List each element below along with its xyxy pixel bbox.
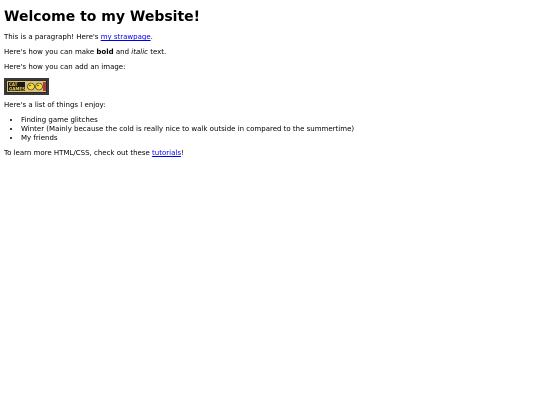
list-item: Winter (Mainly because the cold is reall… bbox=[21, 125, 536, 134]
outro-text: To learn more HTML/CSS, check out these bbox=[4, 149, 153, 157]
intro-text: This is a paragraph! Here's bbox=[4, 33, 101, 41]
outro-text-end: ! bbox=[180, 149, 184, 157]
formatting-paragraph: Here's how you can make bold and italic … bbox=[4, 48, 536, 57]
formatting-text-end: text. bbox=[147, 48, 167, 56]
badge-text-bottom: GAMES bbox=[9, 87, 25, 92]
strawpage-link[interactable]: my strawpage bbox=[101, 33, 151, 41]
list-item: Finding game glitches bbox=[21, 116, 536, 125]
list-item: My friends bbox=[21, 134, 536, 143]
site-badge-image: CAT GAMES bbox=[4, 78, 49, 95]
formatting-middle: and bbox=[113, 48, 132, 56]
intro-paragraph: This is a paragraph! Here's my strawpage… bbox=[4, 33, 536, 42]
page-content: Welcome to my Website! This is a paragra… bbox=[0, 0, 540, 158]
badge-graphic: CAT GAMES bbox=[6, 80, 47, 93]
image-container: CAT GAMES bbox=[4, 78, 536, 95]
tutorials-link[interactable]: tutorials bbox=[152, 149, 181, 157]
image-intro: Here's how you can add an image: bbox=[4, 63, 126, 71]
formatting-text: Here's how you can make bbox=[4, 48, 97, 56]
enjoy-list: Finding game glitches Winter (Mainly bec… bbox=[4, 116, 536, 143]
italic-text: italic bbox=[131, 48, 148, 56]
intro-text-end: . bbox=[150, 33, 153, 41]
list-intro: Here's a list of things I enjoy: bbox=[4, 101, 106, 109]
outro-paragraph: To learn more HTML/CSS, check out these … bbox=[4, 149, 536, 158]
bold-text: bold bbox=[96, 48, 114, 56]
page-title: Welcome to my Website! bbox=[4, 9, 201, 25]
